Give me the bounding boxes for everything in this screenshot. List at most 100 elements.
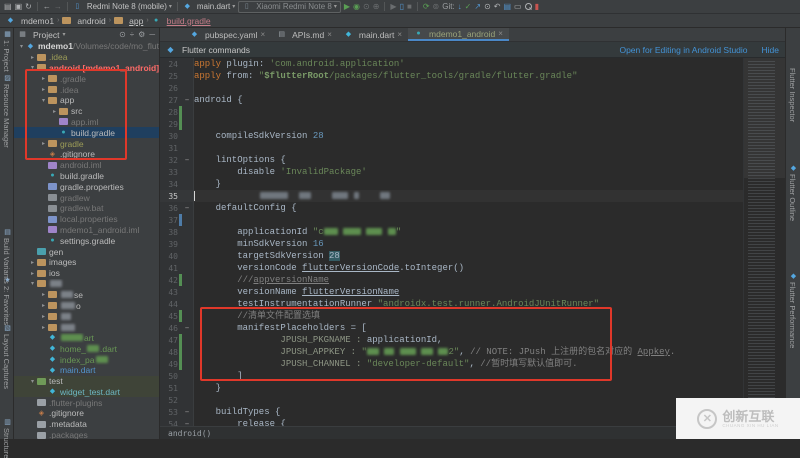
code-line[interactable]: 26 [160, 82, 743, 94]
code-line[interactable]: 37 [160, 214, 743, 226]
tab-APIs.md[interactable]: ▤ APIs.md × [271, 28, 338, 41]
notifications-icon[interactable]: ▮ [535, 2, 539, 11]
tree-item[interactable]: ▸ se [14, 289, 159, 300]
fold-icon[interactable]: − [182, 96, 192, 104]
editor-breadcrumb[interactable]: android() [168, 429, 211, 438]
code-lines[interactable]: 24 apply plugin: 'com.android.application… [160, 58, 743, 426]
code-line[interactable]: 34 } [160, 178, 743, 190]
fold-icon[interactable]: − [182, 204, 192, 212]
tool-stripe-resource-manager[interactable]: ▨ Resource Manager [2, 74, 11, 148]
close-icon[interactable]: × [327, 30, 332, 39]
code-line[interactable]: 24 apply plugin: 'com.android.application… [160, 58, 743, 70]
back-icon[interactable]: ← [43, 2, 51, 11]
fold-icon[interactable]: − [182, 408, 192, 416]
code-line[interactable]: 32− lintOptions { [160, 154, 743, 166]
tree-item[interactable]: gen [14, 246, 159, 257]
tree-item[interactable]: ▾ ◆ mdemo1 /Volumes/code/mo_flutt [14, 41, 159, 52]
chevron-right-icon[interactable]: ▸ [28, 54, 37, 61]
tree-item[interactable]: gradlew.bat [14, 203, 159, 214]
tree-item[interactable]: ● settings.gradle [14, 235, 159, 246]
attach-debugger-icon[interactable]: ⊕ [373, 2, 380, 11]
tree-item[interactable]: ▸ .idea [14, 84, 159, 95]
target-device-selector[interactable]: ▯ Xiaomi Redmi Note 8 ▾ [238, 0, 341, 13]
code-line[interactable]: 36− defaultConfig { [160, 202, 743, 214]
code-line[interactable]: 33 disable 'InvalidPackage' [160, 166, 743, 178]
tree-item[interactable]: ◆ index_pa [14, 354, 159, 365]
open-in-folder-icon[interactable]: ▤ [503, 2, 511, 11]
code-line[interactable]: 39 minSdkVersion 16 [160, 238, 743, 250]
code-line[interactable]: 29 [160, 118, 743, 130]
tree-item[interactable]: ▾ app [14, 95, 159, 106]
tool-stripe-flutter-performance[interactable]: ◆ Flutter Performance [788, 272, 797, 348]
chevron-right-icon[interactable]: ▸ [39, 324, 48, 331]
minimap-scrollbar[interactable] [743, 58, 785, 426]
stop-icon[interactable]: ■ [407, 2, 412, 11]
chevron-right-icon[interactable]: ▸ [39, 291, 48, 298]
open-in-android-studio-link[interactable]: Open for Editing in Android Studio [619, 45, 747, 55]
tree-item[interactable]: ◈ .gitignore [14, 408, 159, 419]
close-icon[interactable]: × [397, 30, 402, 39]
tree-item[interactable]: ▸ src [14, 106, 159, 117]
tool-stripe-2-favorites[interactable]: ★ 2: Favorites [2, 276, 11, 325]
profile-icon[interactable]: ⊙ [363, 2, 370, 11]
chevron-down-icon[interactable]: ▾ [28, 64, 37, 71]
chevron-right-icon[interactable]: ▸ [39, 86, 48, 93]
tab-main.dart[interactable]: ◆ main.dart × [338, 28, 408, 41]
tree-item[interactable]: gradlew [14, 192, 159, 203]
save-icon[interactable]: ▣ [15, 2, 23, 11]
device-icon[interactable]: ▯ [400, 2, 404, 11]
chevron-down-icon[interactable]: ▾ [17, 43, 26, 50]
collapse-all-icon[interactable]: ÷ [130, 30, 134, 39]
close-icon[interactable]: × [260, 30, 265, 39]
tree-item[interactable]: mdemo1_android.iml [14, 225, 159, 236]
code-line[interactable]: 38 applicationId "c " [160, 226, 743, 238]
tree-item[interactable]: ▾ [14, 279, 159, 290]
chevron-right-icon[interactable]: ▸ [39, 75, 48, 82]
tree-item[interactable]: gradle.properties [14, 181, 159, 192]
terminal-icon[interactable]: ▭ [514, 2, 522, 11]
tree-item[interactable]: ▸ o [14, 300, 159, 311]
chevron-down-icon[interactable]: ▾ [39, 97, 48, 104]
code-line[interactable]: 41 versionCode flutterVersionCode.toInte… [160, 262, 743, 274]
close-icon[interactable]: × [498, 29, 503, 38]
code-line[interactable]: 25 apply from: "$flutterRoot/packages/flu… [160, 70, 743, 82]
tool-stripe-flutter-outline[interactable]: ◆ Flutter Outline [788, 164, 797, 221]
tool-stripe-layout-captures[interactable]: ▧ Layout Captures [2, 324, 11, 389]
code-line[interactable]: 48 JPUSH_APPKEY : " 2", // NOTE: JPush 上… [160, 346, 743, 358]
rollback-icon[interactable]: ↶ [494, 2, 501, 11]
tree-item[interactable]: ▸ [14, 322, 159, 333]
forward-icon[interactable]: → [54, 2, 62, 11]
code-line[interactable]: 49 JPUSH_CHANNEL : "developer-default", … [160, 358, 743, 370]
chevron-right-icon[interactable]: ▸ [50, 108, 59, 115]
sync-icon[interactable]: ↻ [25, 2, 32, 11]
chevron-down-icon[interactable]: ▾ [28, 378, 37, 385]
chevron-right-icon[interactable]: ▸ [39, 140, 48, 147]
git-push-icon[interactable]: ↗ [474, 2, 481, 11]
code-line[interactable]: 31 [160, 142, 743, 154]
code-line[interactable]: 28 [160, 106, 743, 118]
tab-mdemo1_android[interactable]: ● mdemo1_android × [408, 28, 509, 41]
chevron-right-icon[interactable]: ▸ [28, 270, 37, 277]
tree-item[interactable]: ▸ .idea [14, 52, 159, 63]
code-line[interactable]: 30 compileSdkVersion 28 [160, 130, 743, 142]
tree-item[interactable]: ◆ widget_test.dart [14, 386, 159, 398]
code-line[interactable]: 52 [160, 394, 743, 406]
code-line[interactable]: 42 ///appversionName [160, 274, 743, 286]
fold-icon[interactable]: − [182, 324, 192, 332]
sync-gradle-icon[interactable]: ⟳ [423, 2, 430, 11]
tree-item[interactable]: ◆ art [14, 333, 159, 344]
code-line[interactable]: 47 JPUSH_PKGNAME : applicationId, [160, 334, 743, 346]
device-selector[interactable]: ▯ Redmi Note 8 (mobile) ▾ [73, 1, 171, 13]
tree-item[interactable]: .flutter-plugins [14, 397, 159, 408]
tool-stripe-flutter-inspector[interactable]: Flutter Inspector [788, 68, 797, 122]
run-config-selector[interactable]: ◆ main.dart ▾ [183, 1, 236, 13]
code-line[interactable]: 51 } [160, 382, 743, 394]
hide-panel-icon[interactable]: ─ [149, 30, 155, 39]
tree-item[interactable]: ● build.gradle [14, 127, 159, 139]
tool-stripe-structure[interactable]: ▥ Structure [2, 418, 11, 458]
tree-item[interactable]: local.properties [14, 214, 159, 225]
tree-item[interactable]: ● build.gradle [14, 171, 159, 182]
profiler-icon[interactable]: ⊚ [433, 2, 440, 11]
tree-item[interactable]: .packages [14, 430, 159, 439]
fold-icon[interactable]: − [182, 156, 192, 164]
